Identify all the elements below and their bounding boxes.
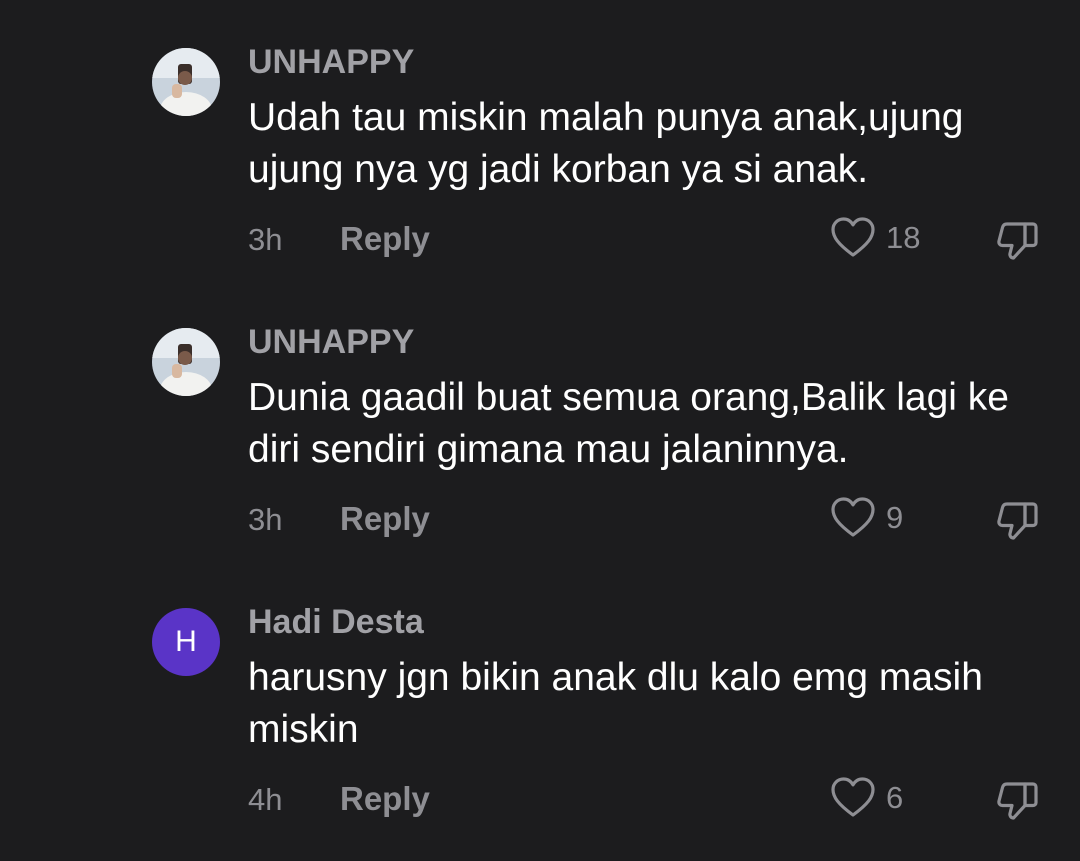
comment-text: harusny jgn bikin anak dlu kalo emg masi… (248, 656, 983, 751)
reply-button[interactable]: Reply (340, 778, 430, 820)
thumbs-down-icon (997, 502, 1038, 540)
comment-item: UNHAPPY Dunia gaadil buat semua orang,Ba… (0, 280, 1080, 560)
comment-list: UNHAPPY Udah tau miskin malah punya anak… (0, 0, 1080, 861)
like-button[interactable]: 9 (830, 496, 903, 540)
profile-photo-icon (152, 328, 220, 396)
like-count: 9 (886, 500, 904, 535)
like-count: 18 (886, 220, 921, 255)
avatar[interactable] (152, 48, 220, 116)
comment-timestamp: 3h (248, 502, 283, 537)
like-button[interactable]: 18 (830, 216, 920, 260)
comment-username[interactable]: UNHAPPY (248, 42, 414, 82)
comment-item: UNHAPPY Udah tau miskin malah punya anak… (0, 0, 1080, 280)
avatar[interactable] (152, 328, 220, 396)
profile-photo-icon (152, 48, 220, 116)
comment-timestamp: 3h (248, 222, 283, 257)
comment-username[interactable]: UNHAPPY (248, 322, 414, 362)
comment-text: Dunia gaadil buat semua orang,Balik lagi… (248, 376, 1009, 471)
like-button[interactable]: 6 (830, 776, 903, 820)
dislike-button[interactable] (994, 496, 1042, 544)
avatar[interactable]: H (152, 608, 220, 676)
heart-icon (831, 777, 875, 817)
heart-icon (831, 217, 875, 257)
comment-text: Udah tau miskin malah punya anak,ujung u… (248, 96, 964, 191)
dislike-button[interactable] (994, 216, 1042, 264)
heart-icon (831, 497, 875, 537)
dislike-button[interactable] (994, 776, 1042, 824)
comment-username[interactable]: Hadi Desta (248, 602, 424, 642)
thumbs-down-icon (997, 222, 1038, 260)
reply-button[interactable]: Reply (340, 218, 430, 260)
reply-button[interactable]: Reply (340, 498, 430, 540)
comment-timestamp: 4h (248, 782, 283, 817)
comment-item: H Hadi Desta harusny jgn bikin anak dlu … (0, 560, 1080, 840)
like-count: 6 (886, 780, 904, 815)
thumbs-down-icon (997, 782, 1038, 820)
